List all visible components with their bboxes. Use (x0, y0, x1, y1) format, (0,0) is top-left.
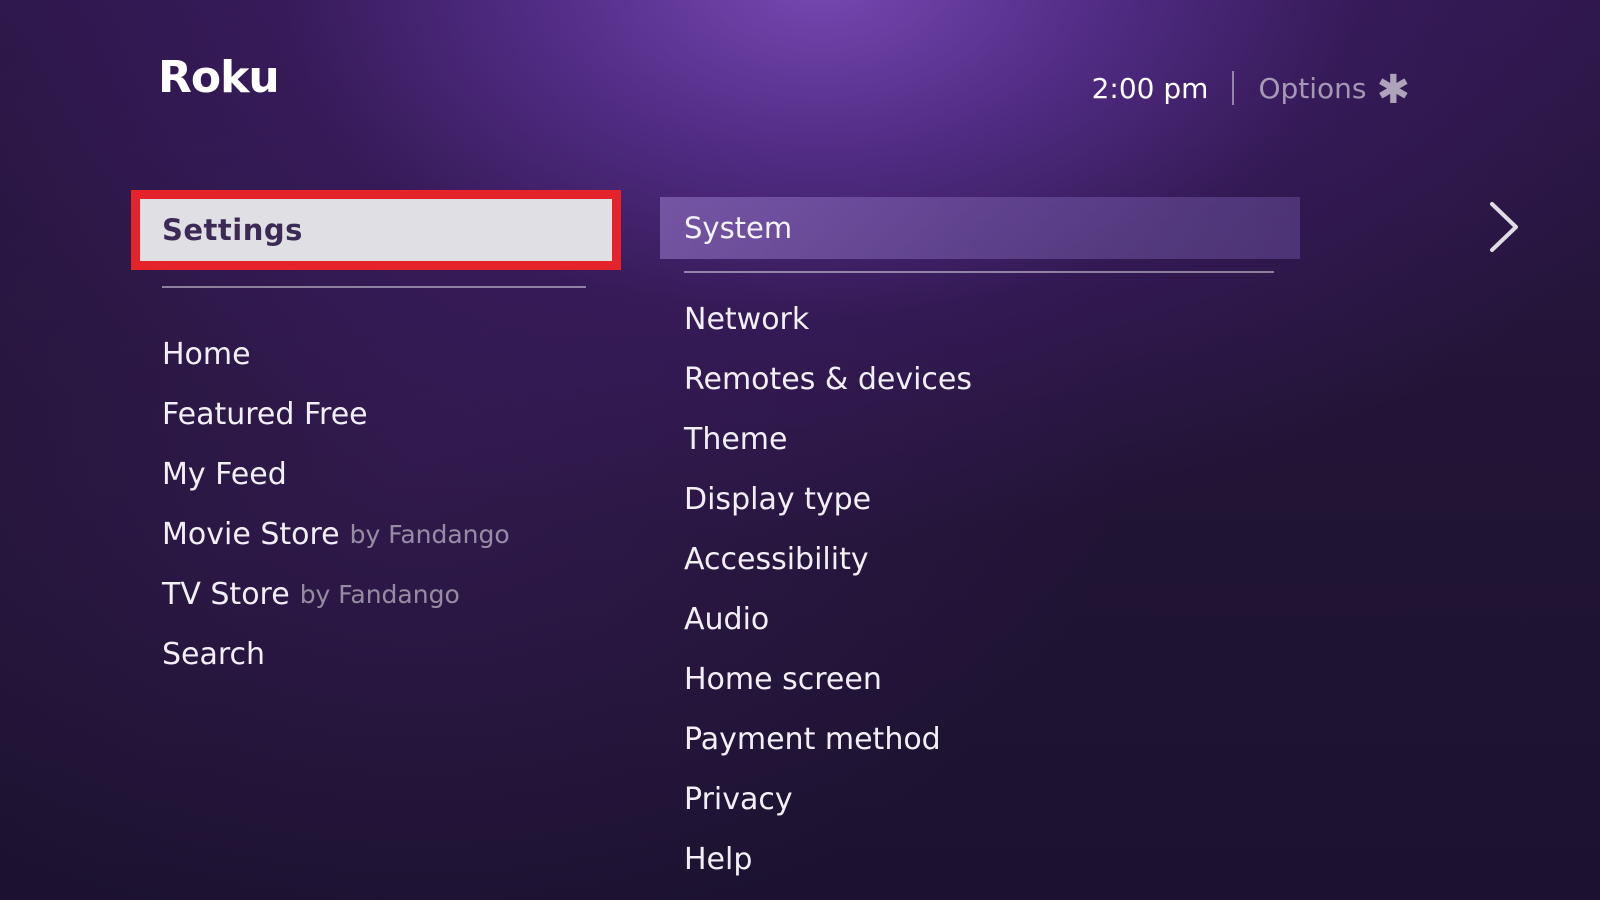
menu-item-my-feed[interactable]: My Feed (162, 444, 621, 504)
menu-item-settings-label: Settings (162, 213, 303, 247)
menu-item-label: Featured Free (162, 396, 368, 432)
submenu-item-help[interactable]: Help (684, 829, 1300, 889)
submenu-item-display-type[interactable]: Display type (684, 469, 1300, 529)
chevron-right-icon[interactable] (1486, 200, 1522, 254)
settings-submenu: System Network Remotes & devices Theme D… (660, 197, 1300, 889)
submenu-item-accessibility[interactable]: Accessibility (684, 529, 1300, 589)
submenu-item-payment-method[interactable]: Payment method (684, 709, 1300, 769)
menu-item-search[interactable]: Search (162, 624, 621, 684)
menu-item-tv-store[interactable]: TV Store by Fandango (162, 564, 621, 624)
submenu-item-audio[interactable]: Audio (684, 589, 1300, 649)
menu-item-label: Search (162, 636, 266, 672)
submenu-item-remotes-devices[interactable]: Remotes & devices (684, 349, 1300, 409)
top-bar: 2:00 pm Options ✱ (1091, 68, 1410, 110)
submenu-divider (684, 271, 1274, 273)
submenu-item-system[interactable]: System (660, 197, 1300, 259)
menu-item-provider: by Fandango (299, 579, 460, 609)
clock-time: 2:00 pm (1091, 71, 1209, 105)
menu-item-movie-store[interactable]: Movie Store by Fandango (162, 504, 621, 564)
menu-item-label: My Feed (162, 456, 287, 492)
settings-submenu-list: Network Remotes & devices Theme Display … (684, 289, 1300, 889)
menu-item-label: TV Store (162, 576, 290, 612)
submenu-item-privacy[interactable]: Privacy (684, 769, 1300, 829)
menu-item-label: Home (162, 336, 251, 372)
submenu-item-home-screen[interactable]: Home screen (684, 649, 1300, 709)
menu-item-home[interactable]: Home (162, 324, 621, 384)
submenu-item-network[interactable]: Network (684, 289, 1300, 349)
menu-item-featured-free[interactable]: Featured Free (162, 384, 621, 444)
asterisk-icon[interactable]: ✱ (1376, 70, 1410, 110)
main-menu-list: Home Featured Free My Feed Movie Store by… (162, 324, 621, 684)
menu-item-label: Movie Store (162, 516, 340, 552)
menu-item-settings[interactable]: Settings (131, 190, 621, 270)
options-label[interactable]: Options (1258, 72, 1366, 105)
submenu-item-theme[interactable]: Theme (684, 409, 1300, 469)
main-menu-divider (162, 286, 586, 288)
menu-item-provider: by Fandango (349, 519, 510, 549)
main-menu: Settings Home Featured Free My Feed Movi… (131, 190, 621, 684)
roku-logo: Roku (158, 52, 280, 103)
topbar-divider (1232, 71, 1235, 105)
submenu-item-system-label: System (684, 211, 793, 245)
